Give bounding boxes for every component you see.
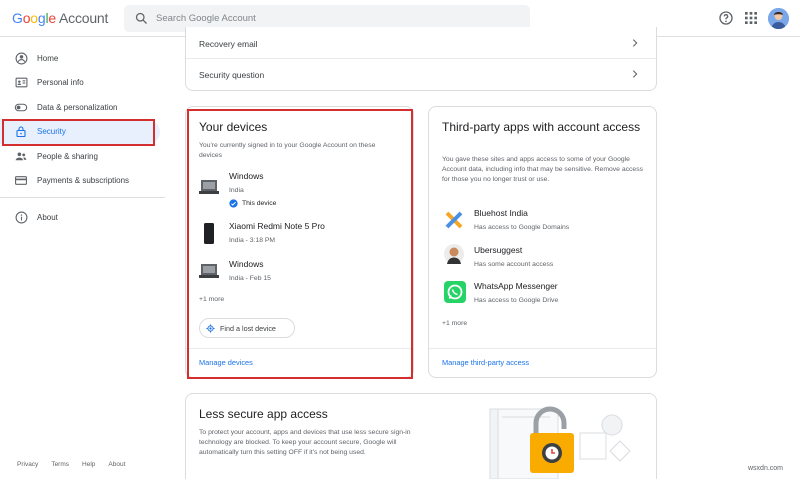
sidebar-item-label: About <box>37 212 58 222</box>
row-label: Recovery email <box>199 38 258 49</box>
sidebar-item-payments-subscriptions[interactable]: Payments & subscriptions <box>0 169 160 194</box>
signin-options-card: Recovery email Security question <box>185 27 657 91</box>
app-name: Ubersuggest <box>474 245 523 255</box>
search-icon <box>135 12 147 24</box>
logo-letter: G <box>12 10 23 26</box>
sidebar-divider <box>0 197 165 198</box>
chevron-right-icon <box>632 70 638 78</box>
footer-link-help[interactable]: Help <box>82 461 95 468</box>
help-icon[interactable] <box>718 10 734 26</box>
third-party-app-item[interactable]: Ubersuggest Has some account access <box>444 244 644 272</box>
app-access: Has access to Google Domains <box>474 224 570 231</box>
sidebar-item-about[interactable]: About <box>0 205 160 230</box>
home-icon <box>14 51 28 65</box>
sidebar-item-label: Payments & subscriptions <box>37 176 130 186</box>
footer-link-about[interactable]: About <box>108 461 125 468</box>
sidebar-item-label: People & sharing <box>37 151 98 161</box>
sidebar-item-home[interactable]: Home <box>0 46 160 71</box>
sidebar-item-label: Data & personalization <box>37 102 118 112</box>
watermark-text: wsxdn.com <box>748 465 784 472</box>
avatar[interactable] <box>768 8 789 29</box>
app-name: Bluehost India <box>474 208 528 218</box>
apps-grid-icon[interactable] <box>743 10 759 26</box>
third-party-card-title: Third-party apps with account access <box>442 120 641 134</box>
footer-link-terms[interactable]: Terms <box>51 461 69 468</box>
footer-links: Privacy Terms Help About <box>17 461 125 468</box>
search-input[interactable] <box>156 10 516 27</box>
sidebar-item-label: Personal info <box>37 78 84 88</box>
security-question-row[interactable]: Security question <box>186 59 656 90</box>
sidebar-item-personal-info[interactable]: Personal info <box>0 71 160 96</box>
third-party-more-count[interactable]: +1 more <box>442 320 467 327</box>
app-access: Has some account access <box>474 261 554 268</box>
lock-illustration-icon <box>489 406 631 479</box>
recovery-email-row[interactable]: Recovery email <box>186 28 656 59</box>
app-access: Has access to Google Drive <box>474 297 559 304</box>
logo-account-text: Account <box>59 10 109 26</box>
ubersuggest-avatar-icon <box>444 244 464 264</box>
people-icon <box>14 149 28 163</box>
third-party-app-item[interactable]: Bluehost India Has access to Google Doma… <box>444 207 644 235</box>
security-highlight-outline <box>2 119 155 146</box>
whatsapp-icon <box>444 281 466 303</box>
sidebar-item-label: Home <box>37 53 59 63</box>
logo-letter: o <box>30 10 38 26</box>
bluehost-icon <box>445 211 463 229</box>
sidebar-about-section: About <box>0 205 160 230</box>
third-party-card-description: You gave these sites and apps access to … <box>442 156 643 183</box>
card-divider <box>429 348 656 349</box>
google-account-logo[interactable]: Google Account <box>12 10 108 26</box>
less-secure-title: Less secure app access <box>199 407 328 421</box>
credit-card-icon <box>14 174 28 188</box>
devices-highlight-outline <box>187 109 413 379</box>
less-secure-description: To protect your account, apps and device… <box>199 429 411 456</box>
sidebar-item-people-sharing[interactable]: People & sharing <box>0 144 160 169</box>
app-name: WhatsApp Messenger <box>474 281 558 291</box>
logo-letter: e <box>48 10 56 26</box>
toggle-icon <box>14 100 28 114</box>
id-card-icon <box>14 76 28 90</box>
manage-third-party-access-link[interactable]: Manage third-party access <box>442 358 529 367</box>
row-label: Security question <box>199 69 265 80</box>
info-icon <box>14 210 28 224</box>
chevron-right-icon <box>632 39 638 47</box>
third-party-apps-card <box>428 106 657 378</box>
profile-picture-icon <box>768 8 789 29</box>
sidebar-item-data-personalization[interactable]: Data & personalization <box>0 95 160 120</box>
footer-link-privacy[interactable]: Privacy <box>17 461 38 468</box>
third-party-app-item[interactable]: WhatsApp Messenger Has access to Google … <box>444 280 644 308</box>
